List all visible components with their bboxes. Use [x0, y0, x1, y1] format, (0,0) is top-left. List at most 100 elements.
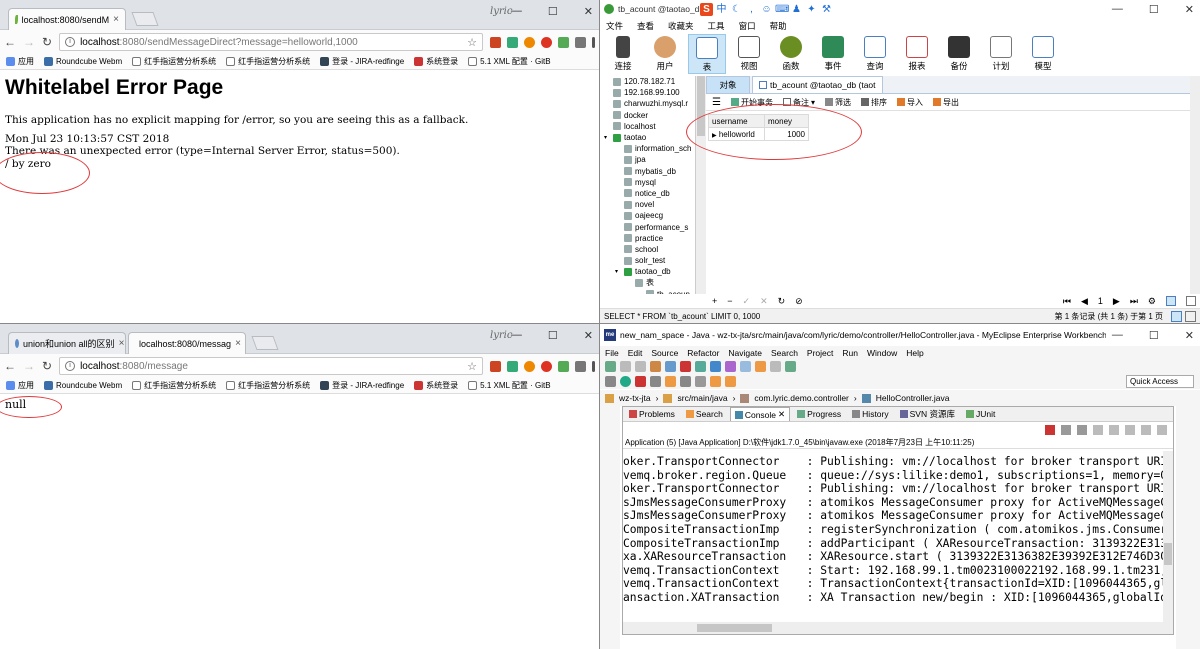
toolbar-model[interactable]: 模型 [1024, 34, 1062, 72]
close-tab-icon[interactable]: × [113, 14, 119, 25]
tree-item[interactable]: mybatis_db [600, 166, 695, 177]
menu-file[interactable]: File [605, 348, 619, 358]
bookmark-item[interactable]: 红手指运营分析系统 [226, 56, 310, 67]
menu-file[interactable]: 文件 [606, 20, 623, 32]
tree-item[interactable]: charwuzhi.mysql.r [600, 98, 695, 109]
pdf-extension-icon[interactable] [490, 360, 501, 372]
uml-icon[interactable] [725, 361, 736, 372]
toolbar-function[interactable]: 函数 [772, 34, 810, 72]
adblock-extension-icon[interactable] [541, 360, 552, 372]
menu-search[interactable]: Search [771, 348, 798, 358]
cookie-extension-icon[interactable] [524, 360, 535, 372]
grid-view-icon[interactable] [1166, 296, 1176, 306]
bookmark-item[interactable]: 应用 [6, 380, 34, 391]
export-button[interactable]: 导出 [932, 97, 959, 108]
database-icon[interactable] [710, 361, 721, 372]
apply-button[interactable]: ✓ [743, 296, 751, 307]
run-icon[interactable] [620, 376, 631, 387]
bookmark-item[interactable]: 5.1 XML 配置 · GitB [468, 380, 551, 391]
debug-config-icon[interactable] [605, 376, 616, 387]
breadcrumb-project[interactable]: wz-tx-jta [619, 393, 651, 403]
tree-item[interactable]: 表 [600, 277, 695, 288]
tree-item[interactable]: practice [600, 233, 695, 244]
open-type-icon[interactable] [650, 376, 661, 387]
tree-scrollbar[interactable] [696, 76, 706, 294]
tasks-icon[interactable] [785, 361, 796, 372]
maximize-button[interactable]: ☐ [548, 329, 558, 342]
terminate-icon[interactable] [1045, 424, 1055, 435]
bookmark-item[interactable]: Roundcube Webm [44, 381, 122, 390]
remove-all-icon[interactable] [1077, 424, 1087, 435]
breadcrumb-folder[interactable]: src/main/java [677, 393, 727, 403]
toolbar-event[interactable]: 事件 [814, 34, 852, 72]
console-hscrollbar[interactable] [623, 622, 1173, 634]
add-record-button[interactable]: + [712, 296, 717, 306]
bookmark-item[interactable]: 红手指运营分析系统 [132, 56, 216, 67]
menu-help[interactable]: 帮助 [770, 20, 787, 32]
address-bar[interactable]: i localhost:8080/sendMessageDirect?messa… [59, 33, 483, 51]
info-icon[interactable]: i [65, 361, 76, 371]
console-output[interactable]: oker.TransportConnector : Publishing: vm… [623, 451, 1163, 622]
bookmark-item[interactable]: 登录 - JIRA-redfinge [320, 56, 404, 67]
tools-icon[interactable]: ⚒ [820, 3, 833, 16]
toolbar-table[interactable]: 表 [688, 34, 726, 74]
menu-window[interactable]: 窗口 [739, 20, 756, 32]
cookie-extension-icon[interactable] [524, 36, 535, 48]
expand-chevron-icon[interactable]: ▾ [615, 268, 621, 275]
menu-tools[interactable]: 工具 [708, 20, 725, 32]
forward-icon[interactable]: → [23, 35, 35, 49]
annotation-icon[interactable] [680, 376, 691, 387]
close-tab-icon[interactable]: × [119, 338, 125, 349]
emoji-icon[interactable]: ☺ [760, 3, 773, 16]
breadcrumb-package[interactable]: com.lyric.demo.controller [754, 393, 848, 403]
tab-console[interactable]: Console ✕ [729, 407, 791, 421]
display-console-icon[interactable] [1141, 424, 1151, 435]
leaf-extension-icon[interactable] [558, 36, 569, 48]
minimize-button[interactable]: — [511, 5, 522, 18]
tree-item[interactable]: information_sch [600, 143, 695, 154]
toolbar-connect[interactable]: 连接 [604, 34, 642, 72]
tab-message[interactable]: localhost:8080/messag × [128, 332, 246, 354]
chinese-mode-icon[interactable]: 中 [715, 3, 728, 16]
menu-favorites[interactable]: 收藏夹 [668, 20, 694, 32]
maximize-button[interactable]: ☐ [1149, 329, 1159, 342]
bookmark-item[interactable]: 5.1 XML 配置 · GitB [468, 56, 551, 67]
tab-sendmessage[interactable]: localhost:8080/sendM × [8, 8, 126, 30]
toolbar-query[interactable]: 查询 [856, 34, 894, 72]
tree-item[interactable]: docker [600, 110, 695, 121]
tree-item[interactable]: ▾ taotao_db [600, 266, 695, 277]
close-button[interactable]: ✕ [584, 5, 593, 18]
tab-objects[interactable]: 对象 [706, 76, 750, 93]
bookmark-star-icon[interactable]: ☆ [467, 360, 477, 373]
reload-icon[interactable]: ↻ [42, 35, 52, 49]
sogou-icon[interactable]: S [700, 2, 713, 16]
maximize-button[interactable]: ☐ [1149, 3, 1159, 16]
discard-button[interactable]: ✕ [760, 296, 768, 307]
menu-run[interactable]: Run [842, 348, 858, 358]
next-page-button[interactable]: ▶ [1113, 296, 1120, 307]
forward-icon[interactable] [725, 376, 736, 387]
print-icon[interactable] [635, 361, 646, 372]
server-icon[interactable] [650, 361, 661, 372]
menu-view[interactable]: 查看 [637, 20, 654, 32]
form-view-icon[interactable] [1186, 296, 1196, 306]
external-tools-icon[interactable] [635, 376, 646, 387]
scroll-thumb[interactable] [1164, 543, 1172, 565]
skin-icon[interactable]: ✦ [805, 3, 818, 16]
new-icon[interactable] [605, 361, 616, 372]
address-bar[interactable]: i localhost:8080/message ☆ [59, 357, 483, 375]
scroll-thumb[interactable] [697, 624, 772, 632]
leaf-extension-icon[interactable] [558, 360, 569, 372]
quick-access-input[interactable]: Quick Access [1126, 375, 1194, 388]
delete-record-button[interactable]: − [727, 296, 732, 306]
new-tab-button[interactable] [251, 336, 279, 350]
forward-icon[interactable]: → [23, 359, 35, 373]
settings-icon[interactable]: ⚙ [1148, 296, 1156, 307]
tab-search[interactable]: Search [682, 408, 727, 420]
tree-item[interactable]: school [600, 244, 695, 255]
close-button[interactable]: ✕ [1185, 329, 1194, 342]
tree-item[interactable]: localhost [600, 121, 695, 132]
menu-help[interactable]: Help [906, 348, 923, 358]
tree-item[interactable]: notice_db [600, 188, 695, 199]
adblock-extension-icon[interactable] [541, 36, 552, 48]
